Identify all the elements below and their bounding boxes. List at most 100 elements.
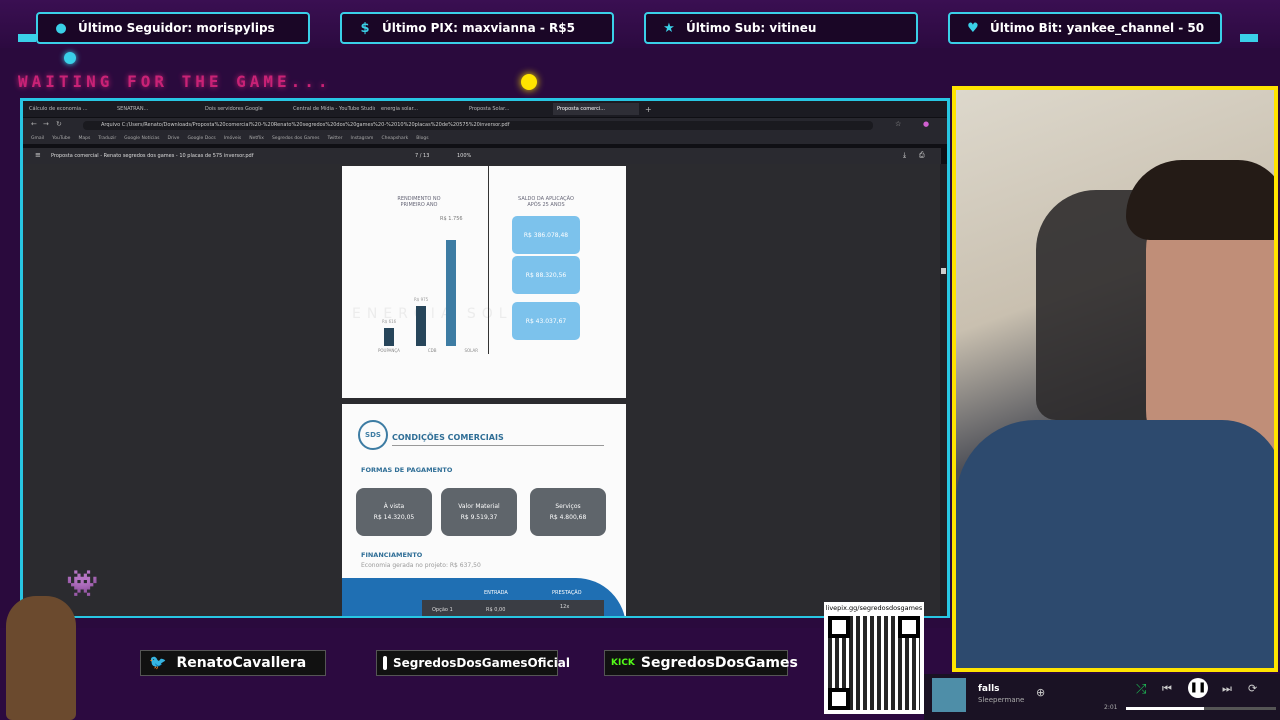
shuffle-icon[interactable]: ⤮ — [1136, 682, 1146, 697]
bookmark-item[interactable]: Blogs — [416, 136, 428, 141]
pdf-page-commercial: SDS CONDIÇÕES COMERCIAIS FORMAS DE PAGAM… — [342, 404, 626, 616]
kick-icon: KICK — [611, 658, 635, 668]
dollar-icon: $ — [360, 20, 370, 36]
bookmark-item[interactable]: Segredos dos Games — [272, 136, 320, 141]
next-icon[interactable]: ⏭ — [1222, 682, 1232, 696]
browser-tab[interactable]: Cálculo de economia ... — [25, 103, 111, 115]
social-twitter[interactable]: 🐦 RenatoCavallera — [140, 650, 326, 676]
browser-tab[interactable]: Dois servidores Google — [201, 103, 287, 115]
table-prestacao: 12x — [560, 604, 570, 610]
zoom-level[interactable]: 100% — [457, 153, 471, 159]
previous-icon[interactable]: ⏮ — [1162, 682, 1172, 696]
address-url: C:/Users/Renato/Downloads/Proposta%20com… — [121, 122, 510, 128]
menu-icon[interactable]: ≡ — [35, 151, 41, 159]
instagram-icon — [383, 656, 387, 670]
browser-tab[interactable]: SENATRAN... — [113, 103, 199, 115]
download-icon[interactable]: ⤓ — [903, 151, 906, 160]
frame-corner-deco — [1240, 34, 1258, 42]
alert-label: Último PIX: maxvianna - R$5 — [382, 21, 575, 35]
address-input[interactable]: Arquivo C:/Users/Renato/Downloads/Propos… — [83, 121, 873, 130]
print-icon[interactable]: ⎙ — [919, 151, 925, 160]
bookmark-star-icon[interactable]: ☆ — [895, 120, 901, 128]
bookmark-item[interactable]: Twitter — [327, 136, 342, 141]
payment-value: R$ 14.320,05 — [373, 514, 415, 521]
social-handle: RenatoCavallera — [176, 655, 307, 671]
person-shirt — [956, 420, 1274, 668]
browser-tab[interactable]: Central de Mídia - YouTube Studio — [289, 103, 375, 115]
social-kick[interactable]: KICK SegredosDosGames — [604, 650, 798, 676]
webcam-feed — [952, 86, 1278, 672]
profile-icon[interactable]: ● — [923, 120, 929, 128]
bookmark-item[interactable]: Instagram — [351, 136, 374, 141]
alert-label: Último Bit: yankee_channel - 50 — [990, 21, 1205, 35]
payment-value: R$ 9.519,37 — [460, 514, 498, 521]
bookmark-item[interactable]: Traduzir — [98, 136, 116, 141]
user-icon: ● — [55, 20, 67, 36]
financing-table: ENTRADA PRESTAÇÃO Opção 1 R$ 0,00 12x — [342, 578, 626, 616]
section-title: CONDIÇÕES COMERCIAIS — [392, 433, 504, 442]
bookmark-item[interactable]: Maps — [78, 136, 90, 141]
alert-label: Último Sub: vitineu — [686, 21, 817, 35]
star-icon: ★ — [663, 20, 675, 36]
pdf-toolbar: ≡ Proposta comercial - Renato segredos d… — [23, 148, 941, 164]
address-prefix: Arquivo — [101, 122, 121, 128]
page-indicator[interactable]: 7 / 13 — [415, 153, 429, 159]
balance-savings: R$ 43.037,67 — [512, 302, 580, 340]
pdf-scrollbar[interactable] — [940, 164, 947, 616]
bookmark-item[interactable]: Google Docs — [187, 136, 215, 141]
payment-label: À vista — [383, 503, 405, 510]
bookmark-item[interactable]: Gmail — [31, 136, 44, 141]
add-icon[interactable]: ⊕ — [1036, 686, 1045, 699]
bar-savings — [384, 328, 394, 346]
browser-tab-active[interactable]: Proposta comerci... — [553, 103, 639, 115]
bar-label: SOLAR — [464, 348, 478, 353]
first-year-header: RENDIMENTO NO PRIMEIRO ANO — [397, 196, 441, 208]
bookmarks-bar: Gmail YouTube Maps Traduzir Google Notíc… — [23, 132, 947, 144]
forward-icon[interactable]: → — [43, 120, 49, 128]
back-icon[interactable]: ← — [31, 120, 37, 128]
qr-code-panel: livepix.gg/segredosdosgames — [824, 602, 924, 714]
album-art — [932, 678, 966, 712]
bookmark-item[interactable]: Google Notícias — [124, 136, 159, 141]
bar-solar — [446, 240, 456, 346]
bookmark-item[interactable]: Drive — [167, 136, 179, 141]
payment-value: R$ 4.800,68 — [549, 514, 587, 521]
financing-header: FINANCIAMENTO — [361, 551, 423, 559]
pause-button[interactable]: ❚❚ — [1188, 678, 1208, 698]
repeat-icon[interactable]: ⟳ — [1248, 682, 1257, 695]
progress-bar[interactable] — [1126, 707, 1276, 710]
scroll-thumb[interactable] — [941, 268, 946, 274]
space-invader-icon: 👾 — [66, 569, 99, 599]
payment-header: FORMAS DE PAGAMENTO — [361, 466, 453, 474]
balance-cdb: R$ 88.320,56 — [512, 256, 580, 294]
payment-label: Serviços — [555, 503, 581, 510]
browser-tab[interactable]: Proposta Solar... — [465, 103, 551, 115]
table-row: Opção 1 R$ 0,00 12x — [422, 600, 604, 616]
person-hair — [1126, 160, 1274, 240]
pixel-avatar — [6, 596, 76, 720]
bookmark-item[interactable]: Imóveis — [224, 136, 242, 141]
financing-text: Economia gerada no projeto: R$ 637,50 — [361, 562, 481, 569]
qr-url: livepix.gg/segredosdosgames — [825, 604, 923, 612]
blue-dot-deco — [64, 52, 76, 64]
elapsed-time: 2:01 — [1104, 704, 1118, 711]
twitter-icon: 🐦 — [149, 655, 167, 671]
payment-option-cash: À vista R$ 14.320,05 — [356, 488, 432, 536]
browser-tab[interactable]: energia solar... — [377, 103, 463, 115]
payment-label: Valor Material — [458, 503, 500, 510]
new-tab-icon[interactable]: + — [645, 105, 652, 114]
bookmark-item[interactable]: Netflix — [249, 136, 264, 141]
track-artist: Sleepermane — [978, 696, 1025, 704]
track-title: falls — [978, 684, 1000, 694]
social-instagram[interactable]: SegredosDosGamesOficial — [376, 650, 570, 676]
reload-icon[interactable]: ↻ — [56, 120, 62, 128]
progress-fill — [1126, 707, 1204, 710]
bookmark-item[interactable]: YouTube — [52, 136, 70, 141]
qr-finder — [828, 616, 850, 638]
bar-top-label: R$ 1.756 — [440, 216, 463, 222]
divider-line — [488, 166, 489, 354]
pdf-page-comparison: ENERGIA SOLAR RENDIMENTO NO PRIMEIRO ANO… — [342, 166, 626, 398]
bar-axis-labels: POUPANÇA CDB SOLAR — [378, 348, 478, 353]
bar-value-label: R$ 975 — [414, 297, 429, 302]
bookmark-item[interactable]: Cheapshark — [381, 136, 408, 141]
